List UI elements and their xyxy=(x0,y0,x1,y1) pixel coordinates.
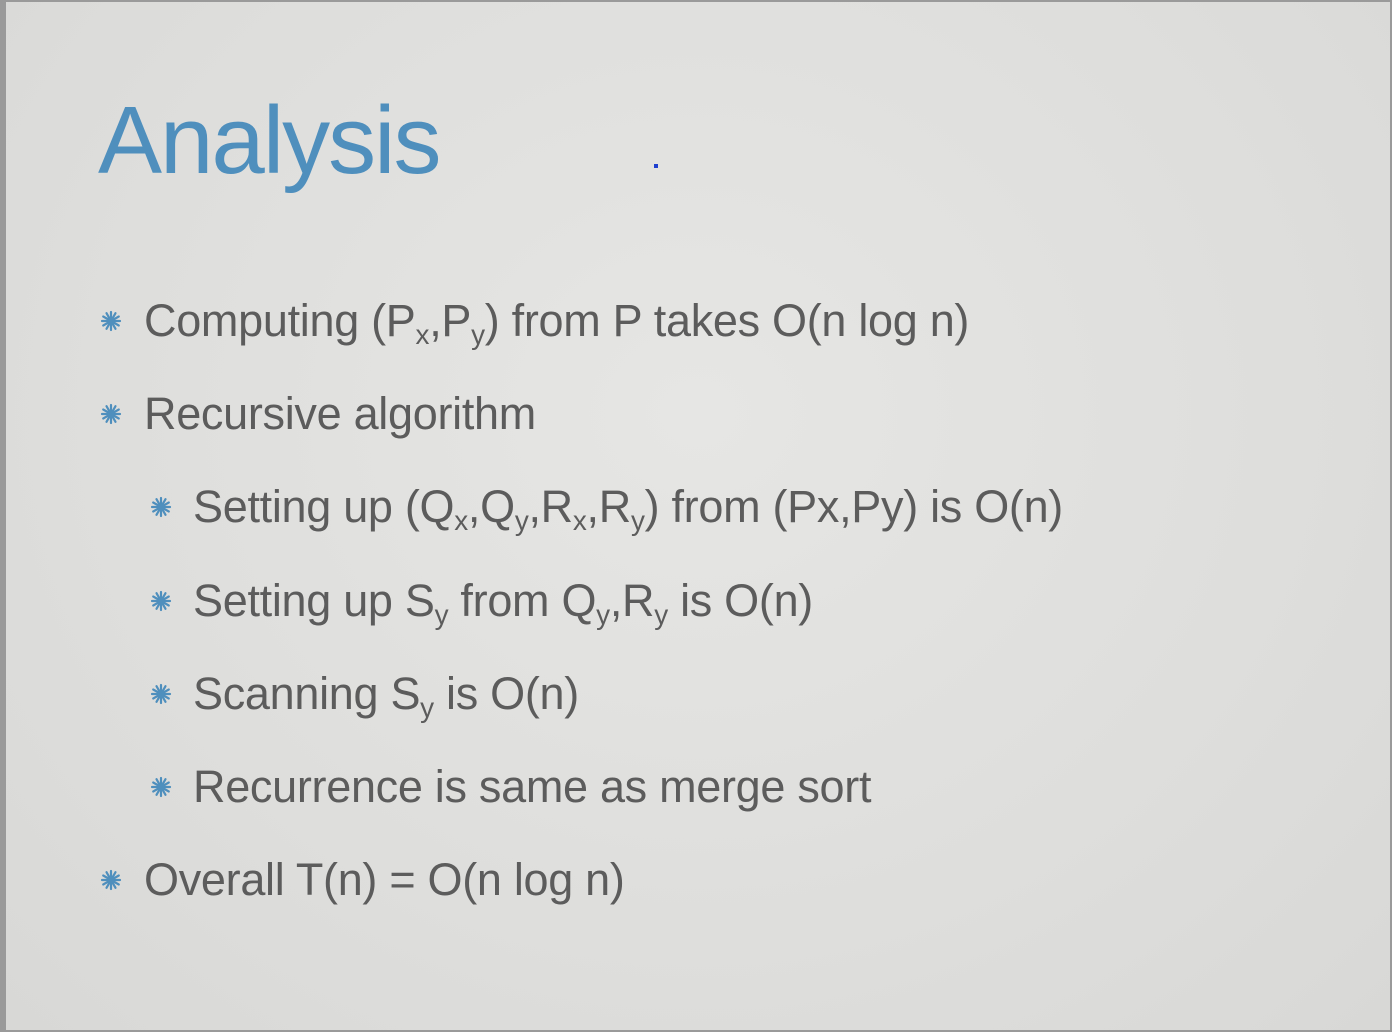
asterisk-bullet-icon xyxy=(150,683,172,705)
asterisk-bullet-icon xyxy=(100,310,122,332)
text-run: ) from P takes O(n log n) xyxy=(484,295,970,346)
text-run: Computing (P xyxy=(144,295,416,346)
bullet-item: Setting up Sy from Qy,Ry is O(n) xyxy=(150,571,813,631)
text-run: ,Q xyxy=(467,481,515,532)
asterisk-bullet-icon xyxy=(100,869,122,891)
bullet-item: Scanning Sy is O(n) xyxy=(150,664,579,724)
text-run: Recursive algorithm xyxy=(144,388,536,439)
bullet-item: Overall T(n) = O(n log n) xyxy=(100,850,625,910)
subscript: x xyxy=(415,318,430,350)
text-run: is O(n) xyxy=(667,575,813,626)
text-run: is O(n) xyxy=(433,668,579,719)
subscript: y xyxy=(654,598,668,630)
bullet-text: Computing (Px,Py) from P takes O(n log n… xyxy=(144,295,970,348)
slide: Analysis Computing (Px,Py) from P takes … xyxy=(0,0,1392,1032)
text-run: Scanning S xyxy=(193,668,421,719)
slide-title: Analysis xyxy=(98,87,441,194)
text-run: ,P xyxy=(429,295,472,346)
bullet-item: Setting up (Qx,Qy,Rx,Ry) from (Px,Py) is… xyxy=(150,477,1064,537)
subscript: x xyxy=(572,504,587,536)
text-run: Overall T(n) = O(n log n) xyxy=(144,854,625,905)
text-run: Setting up S xyxy=(193,575,435,626)
asterisk-bullet-icon xyxy=(150,776,172,798)
subscript: y xyxy=(420,691,434,723)
subscript: y xyxy=(630,504,645,536)
subscript: y xyxy=(434,598,449,630)
bullet-text: Scanning Sy is O(n) xyxy=(193,668,579,721)
bullet-text: Recursive algorithm xyxy=(144,388,536,439)
text-run: Setting up (Q xyxy=(193,481,455,532)
asterisk-bullet-icon xyxy=(150,496,172,518)
asterisk-bullet-icon xyxy=(100,403,122,425)
text-run: ) from (Px,Py) is O(n) xyxy=(644,481,1064,532)
subscript: y xyxy=(514,504,529,536)
bullet-text: Recurrence is same as merge sort xyxy=(193,761,871,812)
bullet-item: Recursive algorithm xyxy=(100,384,536,444)
text-run: ,R xyxy=(586,481,632,532)
text-run: ,R xyxy=(528,481,573,532)
subscript: x xyxy=(454,504,468,536)
asterisk-bullet-icon xyxy=(150,590,172,612)
pointer-dot xyxy=(654,164,658,168)
text-run: ,R xyxy=(609,575,655,626)
bullet-text: Setting up (Qx,Qy,Rx,Ry) from (Px,Py) is… xyxy=(193,481,1064,534)
subscript: y xyxy=(596,598,610,630)
bullet-item: Computing (Px,Py) from P takes O(n log n… xyxy=(100,291,970,351)
subscript: y xyxy=(471,318,485,350)
bullet-text: Overall T(n) = O(n log n) xyxy=(144,854,625,905)
bullet-text: Setting up Sy from Qy,Ry is O(n) xyxy=(193,575,813,628)
text-run: from Q xyxy=(448,575,597,626)
text-run: Recurrence is same as merge sort xyxy=(193,761,872,812)
bullet-item: Recurrence is same as merge sort xyxy=(150,757,871,817)
